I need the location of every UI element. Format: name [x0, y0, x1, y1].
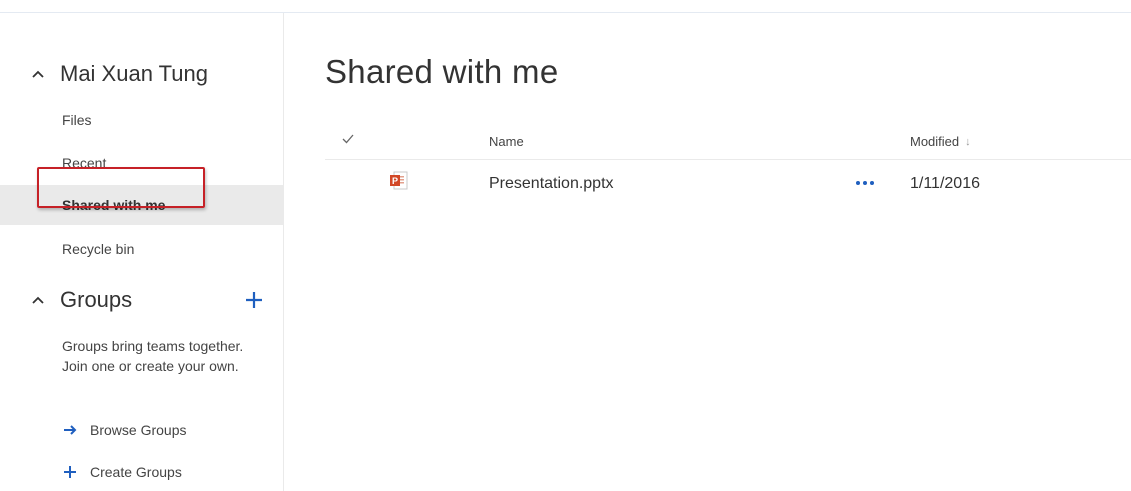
nav-item-label: Recycle bin: [62, 241, 135, 257]
user-section-title: Mai Xuan Tung: [60, 61, 208, 86]
left-navigation: Mai Xuan Tung Files Recent Shared with m…: [0, 13, 284, 491]
nav-item-recent[interactable]: Recent: [0, 143, 283, 183]
chevron-up-icon: [30, 292, 46, 308]
groups-section-header[interactable]: Groups: [30, 287, 132, 313]
nav-item-recycle-bin[interactable]: Recycle bin: [0, 229, 283, 269]
arrow-right-icon: [62, 422, 78, 438]
column-header-modified-label: Modified: [910, 134, 960, 149]
create-groups-link[interactable]: Create Groups: [62, 464, 182, 480]
chevron-up-icon: [30, 66, 46, 82]
file-name[interactable]: Presentation.pptx: [489, 175, 614, 193]
page-title: Shared with me: [325, 53, 559, 90]
browse-groups-link[interactable]: Browse Groups: [62, 422, 186, 438]
file-list-header: Name Modified ↓: [325, 128, 1131, 160]
sort-descending-icon: ↓: [965, 135, 971, 148]
file-row[interactable]: P Presentation.pptx 1/11/2016: [325, 163, 1131, 207]
file-modified-date: 1/11/2016: [910, 175, 980, 192]
nav-item-files[interactable]: Files: [0, 100, 283, 140]
nav-item-shared-with-me[interactable]: Shared with me: [0, 185, 283, 225]
column-header-modified[interactable]: Modified ↓: [910, 134, 971, 149]
browse-groups-label: Browse Groups: [90, 422, 187, 438]
select-all-checkmark-icon[interactable]: [341, 132, 355, 146]
groups-description: Groups bring teams together. Join one or…: [62, 338, 244, 374]
powerpoint-file-icon: P: [388, 170, 410, 192]
nav-item-label: Recent: [62, 155, 107, 171]
nav-item-label: Shared with me: [62, 197, 166, 213]
main-content: Shared with me Name Modified ↓ P Present…: [285, 13, 1131, 491]
groups-section-title: Groups: [60, 287, 133, 312]
more-options-icon[interactable]: [852, 173, 878, 193]
plus-icon[interactable]: [242, 288, 266, 312]
nav-item-label: Files: [62, 112, 92, 128]
column-header-name[interactable]: Name: [489, 134, 524, 149]
user-section-header[interactable]: Mai Xuan Tung: [30, 61, 208, 87]
create-groups-label: Create Groups: [90, 464, 182, 480]
svg-text:P: P: [392, 176, 398, 186]
plus-icon: [62, 464, 78, 480]
